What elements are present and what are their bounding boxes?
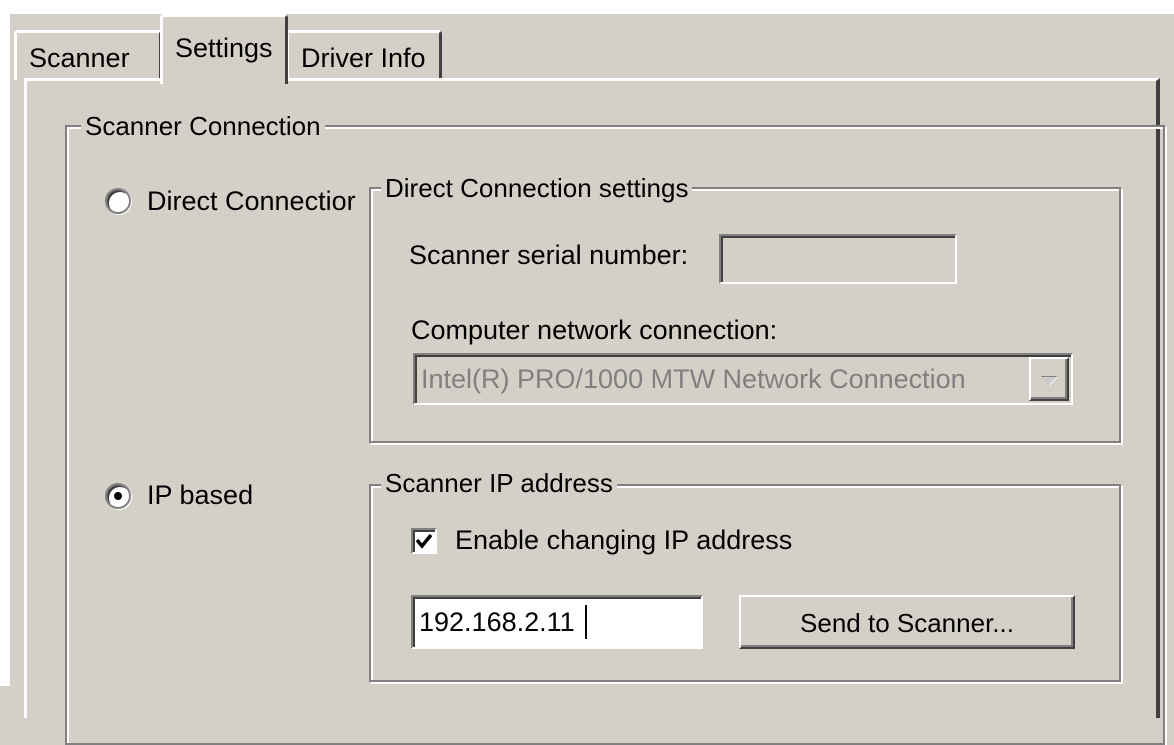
scanner-ip-address-title: Scanner IP address <box>381 470 617 496</box>
text-caret <box>585 605 587 639</box>
tab-scanner-label: Scanner <box>29 43 130 73</box>
ip-address-value: 192.168.2.11 <box>419 607 575 637</box>
ip-based-label: IP based <box>147 480 254 510</box>
tab-driver-info[interactable]: Driver Info <box>286 30 442 80</box>
tab-settings[interactable]: Settings <box>160 14 288 84</box>
network-connection-label: Computer network connection: <box>411 315 778 345</box>
direct-connection-radio[interactable] <box>105 188 131 214</box>
scanner-serial-label: Scanner serial number: <box>409 240 689 270</box>
direct-connection-settings-title: Direct Connection settings <box>381 175 693 201</box>
window-frame-top <box>0 0 1174 14</box>
send-to-scanner-button[interactable]: Send to Scanner... <box>739 595 1075 649</box>
scanner-ip-address-group <box>369 484 1121 682</box>
enable-ip-change-checkbox[interactable] <box>411 528 437 554</box>
scanner-serial-field[interactable] <box>719 234 957 284</box>
tab-settings-label: Settings <box>175 33 273 63</box>
window-frame-left <box>0 0 10 686</box>
direct-connection-label: Direct Connectior <box>147 186 356 216</box>
radio-selected-dot <box>114 492 122 500</box>
send-to-scanner-label: Send to Scanner... <box>800 608 1014 638</box>
network-connection-select[interactable]: Intel(R) PRO/1000 MTW Network Connection <box>413 353 1073 405</box>
tab-driver-info-label: Driver Info <box>301 43 426 73</box>
scanner-connection-title: Scanner Connection <box>81 113 325 139</box>
network-connection-value: Intel(R) PRO/1000 MTW Network Connection <box>421 364 966 394</box>
settings-tab-page: Scanner Connection Direct Connectior Dir… <box>24 78 1165 745</box>
checkmark-icon <box>415 533 433 549</box>
chevron-down-icon <box>1041 376 1058 386</box>
ip-address-input[interactable]: 192.168.2.11 <box>411 595 703 649</box>
enable-ip-change-label: Enable changing IP address <box>455 525 793 555</box>
network-dropdown-button[interactable] <box>1029 357 1069 401</box>
tab-scanner[interactable]: Scanner <box>14 30 162 80</box>
ip-based-radio[interactable] <box>105 483 131 509</box>
